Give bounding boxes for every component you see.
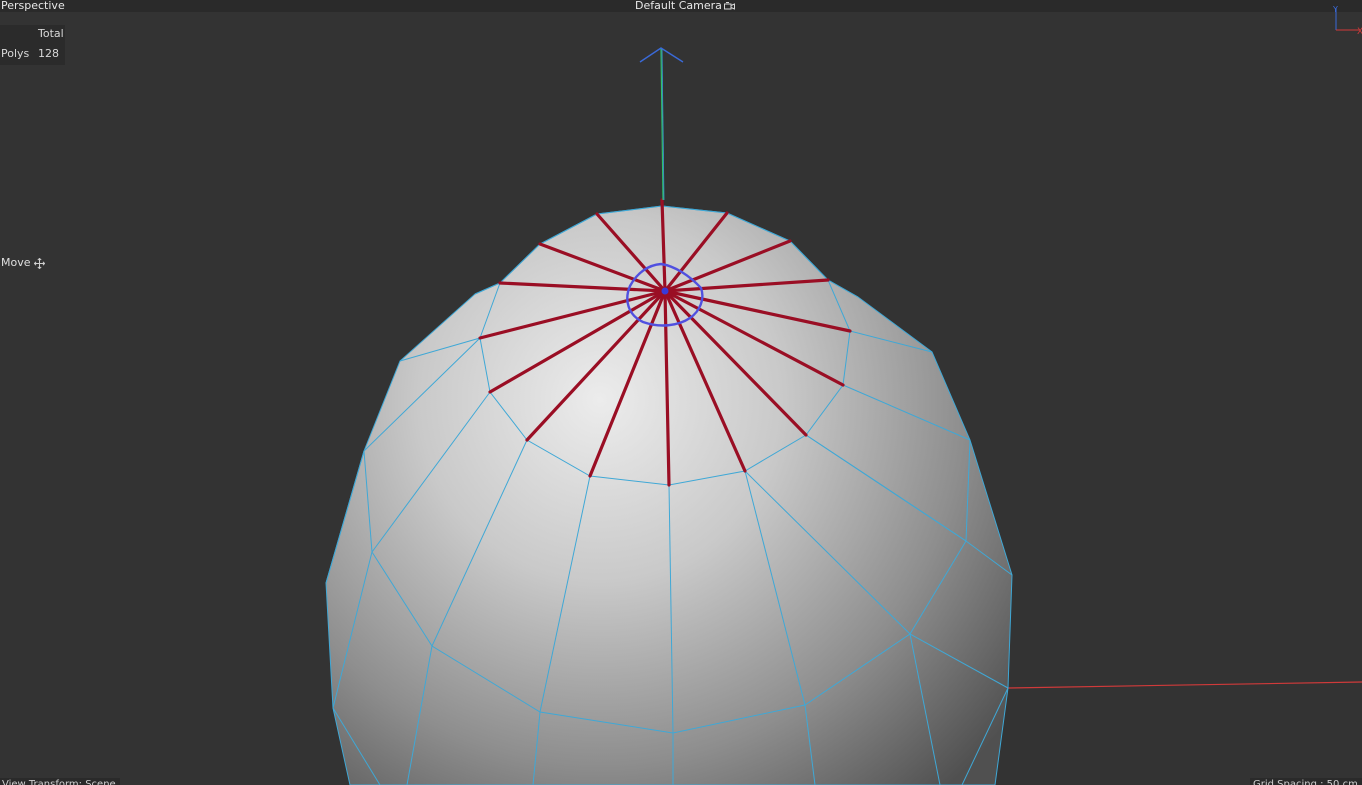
camera-name: Default Camera <box>635 0 722 12</box>
view-mode-label[interactable]: Perspective <box>1 0 65 13</box>
scene-stats-panel: Total Polys 128 <box>0 25 65 65</box>
grid-spacing-status: Grid Spacing : 50 cm <box>1250 778 1362 785</box>
orientation-axes-icon[interactable]: Y X <box>1326 2 1362 34</box>
camera-selector[interactable]: Default Camera <box>635 0 735 13</box>
tool-label: Move <box>1 256 31 269</box>
camera-icon <box>723 2 735 10</box>
world-x-axis <box>1007 681 1362 689</box>
gizmo-center[interactable] <box>661 287 669 295</box>
corner-x-label: X <box>1357 27 1362 34</box>
active-tool-indicator[interactable]: Move <box>1 256 45 270</box>
3d-viewport[interactable]: Perspective Default Camera Total Polys 1… <box>0 0 1362 785</box>
move-icon <box>33 257 45 269</box>
stats-column-header: Total <box>38 27 64 40</box>
scene-canvas[interactable] <box>0 0 1362 785</box>
stats-row-label: Polys <box>1 47 30 60</box>
corner-y-label: Y <box>1332 5 1338 14</box>
stats-row-value: 128 <box>38 47 59 60</box>
view-transform-status: View Transform: Scene <box>0 778 120 785</box>
